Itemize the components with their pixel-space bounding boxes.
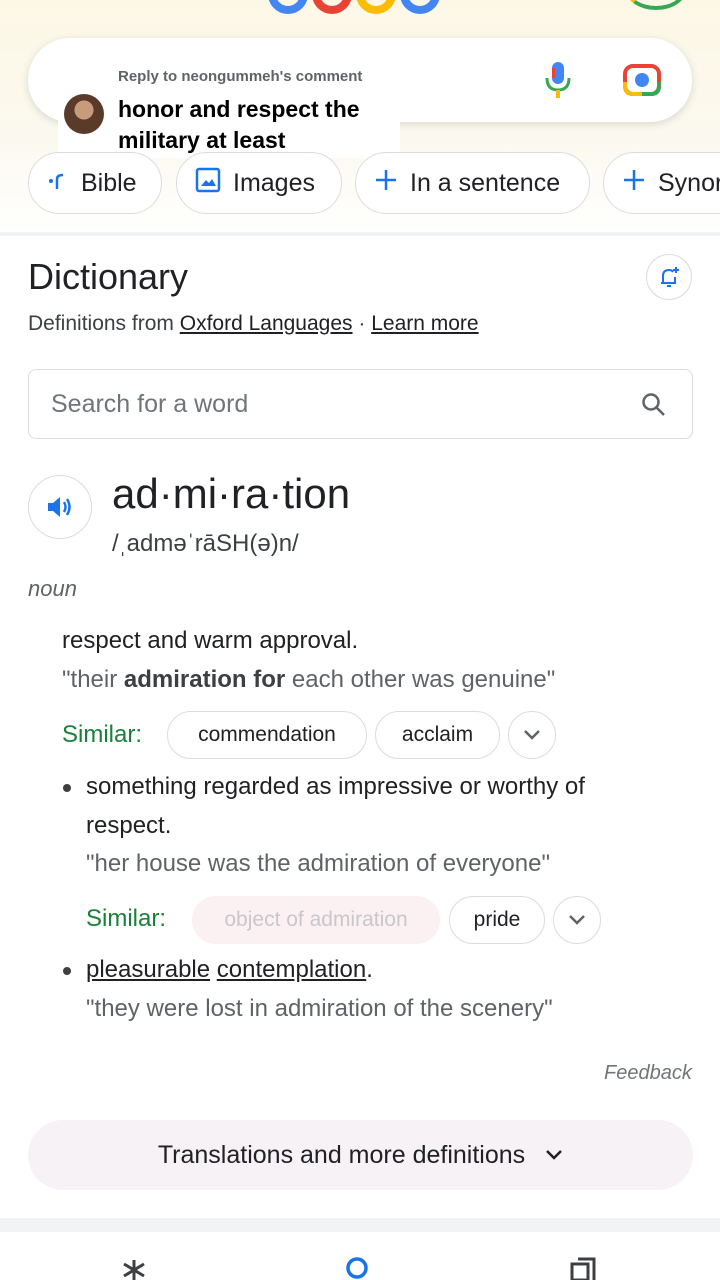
- search-nav-icon[interactable]: [340, 1254, 376, 1280]
- bullet-dot: [63, 967, 71, 975]
- definition-3: pleasurable contemplation.: [86, 951, 373, 989]
- comment-header: Reply to neongummeh's comment: [118, 68, 363, 85]
- definition-1: respect and warm approval.: [62, 627, 359, 654]
- example-1-rest: each other was genuine": [285, 666, 556, 693]
- discover-icon[interactable]: [116, 1254, 152, 1280]
- separator-dot: ·: [358, 312, 366, 335]
- oxford-languages-link[interactable]: Oxford Languages: [180, 312, 353, 335]
- chip-label: Bible: [81, 168, 137, 197]
- example-1: "their admiration for each other was gen…: [62, 661, 555, 699]
- add-alert-button[interactable]: [646, 254, 692, 300]
- tabs-icon[interactable]: [566, 1254, 602, 1280]
- example-2: "her house was the admiration of everyon…: [86, 850, 550, 877]
- chip-label: Images: [233, 168, 315, 197]
- comment-text: honor and respect the military at least: [118, 96, 360, 153]
- definition-link-pleasurable[interactable]: pleasurable: [86, 956, 210, 983]
- word-search-box[interactable]: [28, 369, 693, 439]
- google-lens-icon[interactable]: [622, 62, 662, 98]
- phonetic-spelling: /ˌadməˈrāSH(ə)n/: [112, 530, 299, 557]
- filter-chips: Bible Images In a sentence Synor: [0, 152, 720, 214]
- synonym-chip[interactable]: pride: [449, 896, 545, 944]
- microphone-icon[interactable]: [543, 60, 573, 100]
- translations-button[interactable]: Translations and more definitions: [28, 1120, 693, 1190]
- chip-bible[interactable]: Bible: [28, 152, 162, 214]
- bottom-navigation: [0, 1232, 720, 1280]
- example-3: "they were lost in admiration of the sce…: [86, 995, 553, 1022]
- commenter-avatar: [64, 94, 104, 134]
- search-icon[interactable]: [641, 392, 667, 418]
- translations-label: Translations and more definitions: [157, 1140, 526, 1169]
- definition-2-line1: something regarded as impressive or wort…: [86, 773, 585, 800]
- word-search-input[interactable]: [51, 370, 611, 438]
- definitions-prefix: Definitions from: [28, 312, 174, 335]
- part-of-speech: noun: [28, 576, 77, 601]
- chip-synonyms[interactable]: Synor: [603, 152, 720, 214]
- learn-more-link[interactable]: Learn more: [371, 312, 478, 335]
- chevron-down-icon: [569, 915, 585, 925]
- bible-icon: [47, 169, 69, 198]
- dictionary-title: Dictionary: [28, 256, 189, 297]
- expand-synonyms-button[interactable]: [553, 896, 601, 944]
- headword: ad·mi·ra·tion: [112, 470, 351, 517]
- expand-synonyms-button[interactable]: [508, 711, 556, 759]
- chip-in-a-sentence[interactable]: In a sentence: [355, 152, 590, 214]
- synonym-chip[interactable]: commendation: [167, 711, 367, 759]
- bullet-dot: [63, 784, 71, 792]
- reply-comment-overlay: Reply to neongummeh's comment honor and …: [58, 58, 400, 158]
- feedback-link[interactable]: Feedback: [604, 1062, 692, 1085]
- image-icon: [195, 167, 221, 200]
- pronunciation-button[interactable]: [28, 475, 92, 539]
- chevron-down-icon: [546, 1150, 563, 1160]
- definition-3-end: .: [366, 956, 373, 983]
- definition-2-line2: respect.: [86, 812, 172, 839]
- bell-plus-icon: [661, 267, 679, 287]
- example-1-open: "their: [62, 666, 124, 693]
- speaker-icon: [48, 497, 71, 517]
- google-logo: [268, 0, 458, 14]
- definition-link-contemplation[interactable]: contemplation: [217, 956, 366, 983]
- definitions-source: Definitions from Oxford Languages · Lear…: [28, 312, 479, 336]
- plus-icon: [622, 168, 646, 199]
- chevron-down-icon: [524, 730, 540, 740]
- similar-label-1: Similar:: [62, 721, 143, 748]
- chip-images[interactable]: Images: [176, 152, 342, 214]
- chip-label: Synor: [658, 168, 720, 197]
- section-divider: [0, 232, 720, 236]
- plus-icon: [374, 168, 398, 199]
- synonym-chip[interactable]: acclaim: [375, 711, 500, 759]
- chip-label: In a sentence: [410, 168, 561, 197]
- example-1-bold: admiration for: [123, 666, 286, 693]
- bottom-separator: [0, 1218, 720, 1232]
- synonym-chip[interactable]: object of admiration: [192, 896, 440, 944]
- similar-label-2: Similar:: [86, 905, 167, 932]
